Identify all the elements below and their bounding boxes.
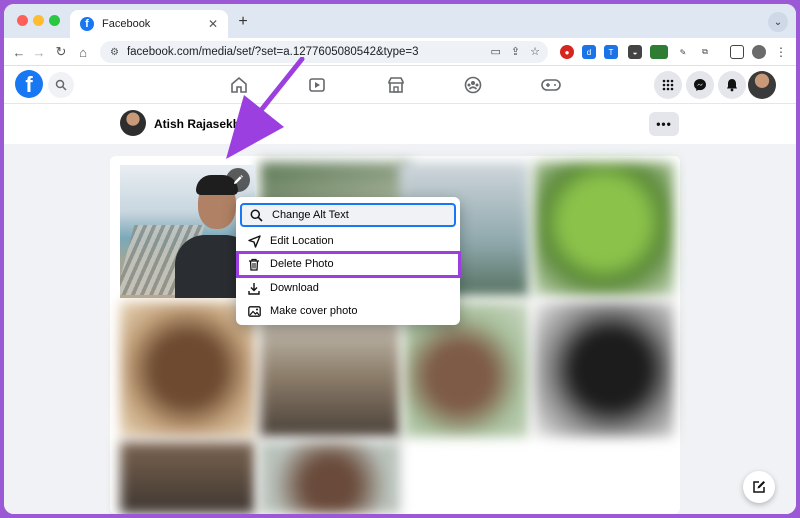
image-icon — [247, 304, 261, 318]
search-icon — [249, 208, 263, 222]
pencil-icon — [234, 175, 243, 184]
menu-item-label: Make cover photo — [270, 305, 358, 317]
notifications-icon — [727, 79, 737, 92]
counter-icon[interactable] — [650, 45, 668, 59]
messenger-icon — [694, 79, 706, 91]
compose-icon — [753, 481, 765, 493]
adblock-icon[interactable]: d — [582, 45, 596, 59]
photo-thumbnail[interactable] — [534, 162, 674, 296]
home-browser-icon[interactable]: ⌂ — [74, 43, 92, 61]
nav-gaming[interactable] — [540, 74, 562, 96]
menu-grid-icon — [662, 79, 674, 91]
groups-icon — [464, 76, 482, 94]
facebook-logo-icon[interactable]: f — [15, 70, 43, 98]
menu-item-label: Change Alt Text — [272, 209, 349, 221]
photo-thumbnail[interactable] — [120, 302, 255, 437]
search-button[interactable] — [48, 72, 74, 98]
profile-avatar[interactable] — [752, 45, 766, 59]
address-bar[interactable]: ⚙ facebook.com/media/set/?set=a.12776050… — [100, 41, 548, 63]
menu-item-edit-location[interactable]: Edit Location — [240, 229, 456, 253]
site-settings-icon[interactable]: ⚙ — [110, 47, 119, 58]
incognito-icon[interactable]: ◒ — [628, 45, 642, 59]
new-message-button[interactable] — [743, 471, 775, 503]
feather-icon[interactable]: ✎ — [676, 45, 690, 59]
menu-item-download[interactable]: Download — [240, 276, 456, 300]
gaming-icon — [541, 79, 561, 91]
photo-thumbnail[interactable] — [534, 302, 674, 437]
translate-icon[interactable]: T — [604, 45, 618, 59]
photo-thumbnail[interactable] — [120, 442, 255, 514]
cast-icon[interactable]: ▭ — [491, 45, 501, 58]
photo-album-page: Atish Rajasekharan ••• Change Alt Text E… — [4, 104, 796, 514]
annotation-arrow-icon — [226, 57, 305, 159]
reload-icon[interactable]: ↻ — [52, 43, 70, 61]
browser-window: f Facebook ✕ + ⌄ ← → ↻ ⌂ ⚙ facebook.com/… — [4, 4, 796, 514]
messenger-button[interactable] — [686, 71, 714, 99]
forward-arrow-icon[interactable]: → — [30, 43, 48, 61]
menu-button[interactable] — [654, 71, 682, 99]
facebook-favicon-icon: f — [80, 17, 94, 31]
close-tab-icon[interactable]: ✕ — [208, 17, 218, 31]
search-icon — [55, 79, 67, 91]
author-avatar[interactable] — [120, 110, 146, 136]
tab-facebook[interactable]: f Facebook ✕ — [70, 10, 228, 38]
nav-marketplace[interactable] — [385, 74, 407, 96]
location-arrow-icon — [247, 234, 261, 248]
share-icon[interactable]: ⇪ — [511, 45, 520, 58]
edit-photo-button[interactable] — [226, 168, 250, 192]
zoom-window-button[interactable] — [49, 15, 60, 26]
marketplace-icon — [388, 77, 404, 93]
menu-item-label: Download — [270, 282, 319, 294]
more-options-button[interactable]: ••• — [649, 112, 679, 136]
browser-toolbar: ← → ↻ ⌂ ⚙ facebook.com/media/set/?set=a.… — [4, 38, 796, 66]
back-arrow-icon[interactable]: ← — [10, 43, 28, 61]
album-author-bar: Atish Rajasekharan ••• — [4, 104, 796, 144]
sidebar-toggle-icon[interactable] — [730, 45, 744, 59]
account-avatar[interactable] — [748, 71, 776, 99]
tab-title: Facebook — [102, 18, 151, 30]
menu-item-label: Edit Location — [270, 235, 334, 247]
tab-search-chevron-icon[interactable]: ⌄ — [768, 12, 788, 32]
delete-photo-highlight-box — [236, 251, 461, 278]
menu-item-change-alt-text[interactable]: Change Alt Text — [240, 203, 456, 227]
nav-groups[interactable] — [462, 74, 484, 96]
minimize-window-button[interactable] — [33, 15, 44, 26]
bookmark-star-icon[interactable]: ☆ — [530, 45, 540, 58]
close-window-button[interactable] — [17, 15, 28, 26]
download-icon — [247, 281, 261, 295]
notifications-button[interactable] — [718, 71, 746, 99]
menu-item-make-cover-photo[interactable]: Make cover photo — [240, 299, 456, 323]
facebook-header: f — [4, 66, 796, 104]
tab-strip: f Facebook ✕ + ⌄ — [4, 4, 796, 38]
new-tab-button[interactable]: + — [233, 12, 253, 32]
puzzle-icon[interactable]: ⧉ — [698, 45, 712, 59]
browser-menu-icon[interactable]: ⋮ — [774, 45, 788, 59]
ublock-icon[interactable]: ● — [560, 45, 574, 59]
photo-thumbnail[interactable] — [260, 442, 400, 514]
